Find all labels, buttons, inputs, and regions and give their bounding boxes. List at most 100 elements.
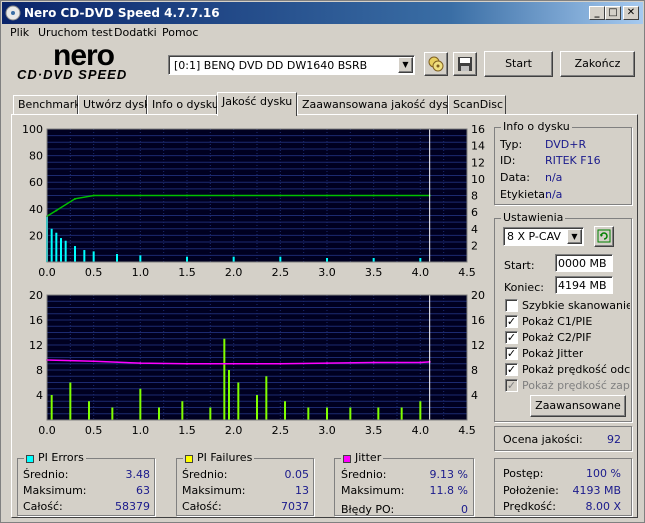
pi-errors-total-label: Całość: — [23, 500, 63, 513]
tab-scandisc[interactable]: ScanDisc — [448, 95, 506, 115]
x-tick-label: 1.0 — [132, 266, 150, 279]
settings-checkbox-label-2: Pokaż C2/PIF — [522, 331, 592, 344]
settings-checkbox-1[interactable]: ✓ — [505, 315, 518, 328]
disc-tag-value: n/a — [545, 188, 563, 201]
drive-select[interactable]: [0:1] BENQ DVD DD DW1640 BSRB ▼ — [168, 55, 415, 75]
x-tick-label: 3.0 — [318, 266, 336, 279]
tab-benchmark[interactable]: Benchmark — [13, 95, 81, 115]
start-label: Start: — [504, 259, 535, 272]
disc-app-icon — [5, 5, 21, 21]
point-1-5 — [279, 362, 282, 365]
point-1-2 — [139, 362, 142, 365]
point-1-7 — [279, 194, 282, 197]
y-left-tick-label: 8 — [36, 364, 43, 377]
speed-value: 8.00 X — [585, 500, 621, 513]
settings-checkbox-label-1: Pokaż C1/PIE — [522, 315, 593, 328]
jitter-max: 11.8 % — [429, 484, 468, 497]
refresh-icon — [597, 229, 611, 243]
x-tick-label: 2.5 — [272, 424, 290, 437]
menu-file[interactable]: Plik — [10, 26, 29, 39]
floppy-disk-icon — [458, 57, 472, 71]
disc-date-value: n/a — [545, 171, 563, 184]
disc-type-value: DVD+R — [545, 138, 587, 151]
pi-failures-max-label: Maksimum: — [182, 484, 246, 497]
y-right-tick-label: 14 — [471, 140, 485, 153]
po-errors-label: Błędy PO: — [341, 503, 395, 516]
position-value: 4193 MB — [572, 484, 621, 497]
end-input-value: 4194 MB — [558, 279, 607, 292]
pi-failures-avg-label: Średnio: — [182, 468, 228, 481]
settings-checkbox-3[interactable]: ✓ — [505, 347, 518, 360]
x-tick-label: 0.0 — [38, 266, 56, 279]
settings-group: Ustawienia 8 X P-CAV ▼ Start: 0000 MB Ko… — [494, 211, 632, 422]
progress-value: 100 % — [586, 467, 621, 480]
y-left-tick-label: 12 — [29, 339, 43, 352]
point-1-8 — [326, 194, 328, 197]
pi-errors-total: 58379 — [115, 500, 150, 513]
tab-advanced-quality[interactable]: Zaawansowana jakość dysku — [297, 95, 461, 115]
settings-checkbox-2[interactable]: ✓ — [505, 331, 518, 344]
y-left-tick-label: 100 — [22, 123, 43, 136]
menu-help[interactable]: Pomoc — [162, 26, 198, 39]
jitter-group: Jitter Średnio: 9.13 % Maksimum: 11.8 % … — [334, 451, 474, 516]
x-tick-label: 4.5 — [458, 424, 476, 437]
speed-select-value: 8 X P-CAV — [507, 230, 561, 243]
jitter-avg: 9.13 % — [429, 468, 468, 481]
refresh-button[interactable] — [594, 226, 614, 247]
menu-run-test[interactable]: Uruchom test — [38, 26, 113, 39]
x-tick-label: 4.5 — [458, 266, 476, 279]
x-tick-label: 1.5 — [178, 266, 196, 279]
start-input[interactable]: 0000 MB — [555, 254, 613, 272]
y-right-tick-label: 20 — [471, 289, 485, 302]
x-tick-label: 0.0 — [38, 424, 56, 437]
y-right-tick-label: 12 — [471, 339, 485, 352]
menu-extras[interactable]: Dodatki — [114, 26, 157, 39]
y-right-tick-label: 4 — [471, 389, 478, 402]
jitter-swatch — [343, 455, 351, 463]
settings-checkbox-4[interactable]: ✓ — [505, 363, 518, 376]
pi-failures-group: PI Failures Średnio: 0.05 Maksimum: 13 C… — [176, 451, 314, 516]
progress-label: Postęp: — [503, 467, 544, 480]
tab-create-disc[interactable]: Utwórz dysk — [78, 95, 150, 115]
x-tick-label: 3.0 — [318, 424, 336, 437]
settings-checkbox-0[interactable] — [505, 299, 518, 312]
x-tick-label: 2.0 — [225, 424, 243, 437]
advanced-button[interactable]: Zaawansowane — [530, 395, 626, 417]
disc-info-button[interactable] — [424, 52, 448, 76]
settings-checkbox-label-3: Pokaż Jitter — [522, 347, 584, 360]
maximize-button[interactable]: □ — [605, 6, 621, 20]
pi-errors-avg-label: Średnio: — [23, 468, 69, 481]
disc-type-label: Typ: — [500, 138, 523, 151]
tab-disc-quality[interactable]: Jakość dysku — [217, 92, 297, 116]
y-left-tick-label: 20 — [29, 229, 43, 242]
y-right-tick-label: 4 — [471, 223, 478, 236]
position-label: Położenie: — [503, 484, 559, 497]
end-button[interactable]: Zakończ — [560, 51, 635, 77]
close-button[interactable]: ✕ — [623, 6, 639, 20]
point-1-1 — [92, 360, 95, 363]
pi-errors-max: 63 — [136, 484, 150, 497]
point-1-6 — [232, 194, 235, 197]
minimize-button[interactable]: _ — [589, 6, 605, 20]
pi-failures-swatch — [185, 455, 193, 463]
start-button[interactable]: Start — [484, 51, 553, 77]
speed-label: Prędkość: — [503, 500, 556, 513]
save-button[interactable] — [453, 52, 477, 76]
point-1-3 — [92, 194, 95, 197]
title-bar[interactable]: Nero CD-DVD Speed 4.7.7.16 _ □ ✕ — [2, 2, 643, 24]
end-input[interactable]: 4194 MB — [555, 276, 613, 294]
jitter-max-label: Maksimum: — [341, 484, 405, 497]
chevron-down-icon[interactable]: ▼ — [567, 229, 582, 244]
settings-checkbox-label-5: Pokaż prędkość zapisu — [522, 379, 630, 392]
point-1-6 — [326, 362, 328, 365]
speed-select[interactable]: 8 X P-CAV ▼ — [503, 227, 584, 246]
start-input-value: 0000 MB — [558, 257, 607, 270]
point-1-4 — [232, 362, 235, 365]
end-label: Koniec: — [504, 281, 544, 294]
drive-select-value: [0:1] BENQ DVD DD DW1640 BSRB — [174, 59, 368, 72]
chevron-down-icon[interactable]: ▼ — [398, 57, 413, 73]
settings-checkbox-label-4: Pokaż prędkość odczyt — [522, 363, 630, 376]
disc-id-label: ID: — [500, 154, 516, 167]
window-title: Nero CD-DVD Speed 4.7.7.16 — [24, 6, 220, 20]
tab-disc-info[interactable]: Info o dysku — [147, 95, 219, 115]
